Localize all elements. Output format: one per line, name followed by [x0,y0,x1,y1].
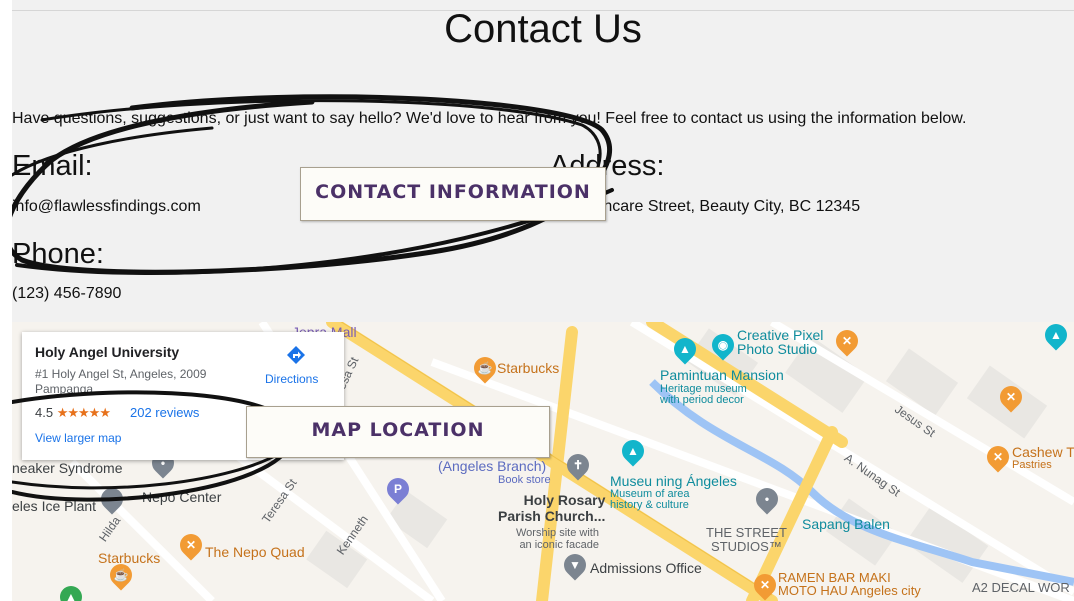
map-label-pastries: Pastries [1012,459,1052,471]
map-label-museu-sub: Museum of area history & culture [610,488,690,511]
museum-pin-icon[interactable]: ▲ [617,435,649,467]
phone-value[interactable]: (123) 456-7890 [12,285,121,303]
view-larger-map-link[interactable]: View larger map [35,431,121,445]
map-label-starbucks[interactable]: Starbucks [497,360,559,376]
restaurant-pin-icon[interactable]: ✕ [831,325,863,357]
directions-icon[interactable] [285,344,307,366]
map-label-worship: Worship site with an iconic facade [516,527,599,551]
restaurant-pin-icon[interactable]: ✕ [995,381,1027,413]
map-label-pamintuan[interactable]: Pamintuan Mansion [660,367,784,383]
map-label-ice-plant[interactable]: eles Ice Plant [12,498,96,514]
map-location-callout: MAP LOCATION [246,406,550,458]
page-title: Contact Us [444,7,642,51]
intro-text: Have questions, suggestions, or just wan… [12,110,967,127]
map-label-holy-rosary[interactable]: Holy Rosary Parish Church... [498,492,605,524]
school-pin-icon[interactable]: ▼ [559,549,591,581]
camera-pin-icon[interactable]: ◉ [707,329,739,361]
map-label-nepo-center[interactable]: Nepo Center [142,489,221,505]
map-label-a2-decal[interactable]: A2 DECAL WOR [972,580,1070,595]
map-label-angeles-branch[interactable]: (Angeles Branch) [438,458,546,474]
place-name: Holy Angel University [35,344,180,360]
embedded-map[interactable]: ☕ ▲ ◉ ✕ ✕ ✕ ▲ ✝ ▲ • P • • ✕ ☕ ▼ ✕ ▲ Star… [12,322,1074,601]
restaurant-pin-icon[interactable]: ✕ [749,569,781,601]
map-label-street-studios[interactable]: THE STREET STUDIOS™ [706,526,787,554]
email-heading: Email: [12,150,93,182]
map-label-ramen[interactable]: RAMEN BAR MAKI MOTO HAU Angeles city [778,571,921,597]
map-label-sneaker-syndrome[interactable]: neaker Syndrome [12,460,123,476]
email-value[interactable]: info@flawlessfindings.com [12,198,201,216]
map-label-museu[interactable]: Museu ning Ángeles [610,473,737,489]
contact-information-callout: CONTACT INFORMATION [300,167,606,221]
cafe-pin-icon[interactable]: ☕ [469,352,501,384]
place-rating: 4.5 ★★★★★ [35,405,111,421]
map-label-nepo-quad[interactable]: The Nepo Quad [205,544,305,560]
directions-link[interactable]: Directions [265,372,318,386]
restaurant-pin-icon[interactable]: ✕ [175,529,207,561]
restaurant-pin-icon[interactable]: ✕ [982,441,1014,473]
museum-pin-icon[interactable]: ▲ [669,333,701,365]
map-label-pamintuan-sub: Heritage museum with period decor [660,383,747,406]
map-label-sapang-balen[interactable]: Sapang Balen [802,516,890,532]
rating-value: 4.5 [35,405,54,420]
place-pin-icon[interactable]: • [751,483,783,515]
map-label-starbucks-bottom[interactable]: Starbucks [98,550,160,566]
map-label-admissions[interactable]: Admissions Office [590,560,702,576]
place-pin-icon[interactable]: • [96,483,128,515]
parking-pin-icon[interactable]: P [382,473,414,505]
church-pin-icon[interactable]: ✝ [562,449,594,481]
phone-heading: Phone: [12,238,104,270]
star-rating-icon: ★★★★★ [56,405,111,420]
place-address: #1 Holy Angel St, Angeles, 2009 Pampanga [35,367,207,396]
map-label-creative-pixel[interactable]: Creative Pixel Photo Studio [737,328,823,356]
map-label-book-store: Book store [498,474,551,486]
map-label-cashew[interactable]: Cashew T [1012,444,1074,460]
reviews-link[interactable]: 202 reviews [130,405,199,420]
